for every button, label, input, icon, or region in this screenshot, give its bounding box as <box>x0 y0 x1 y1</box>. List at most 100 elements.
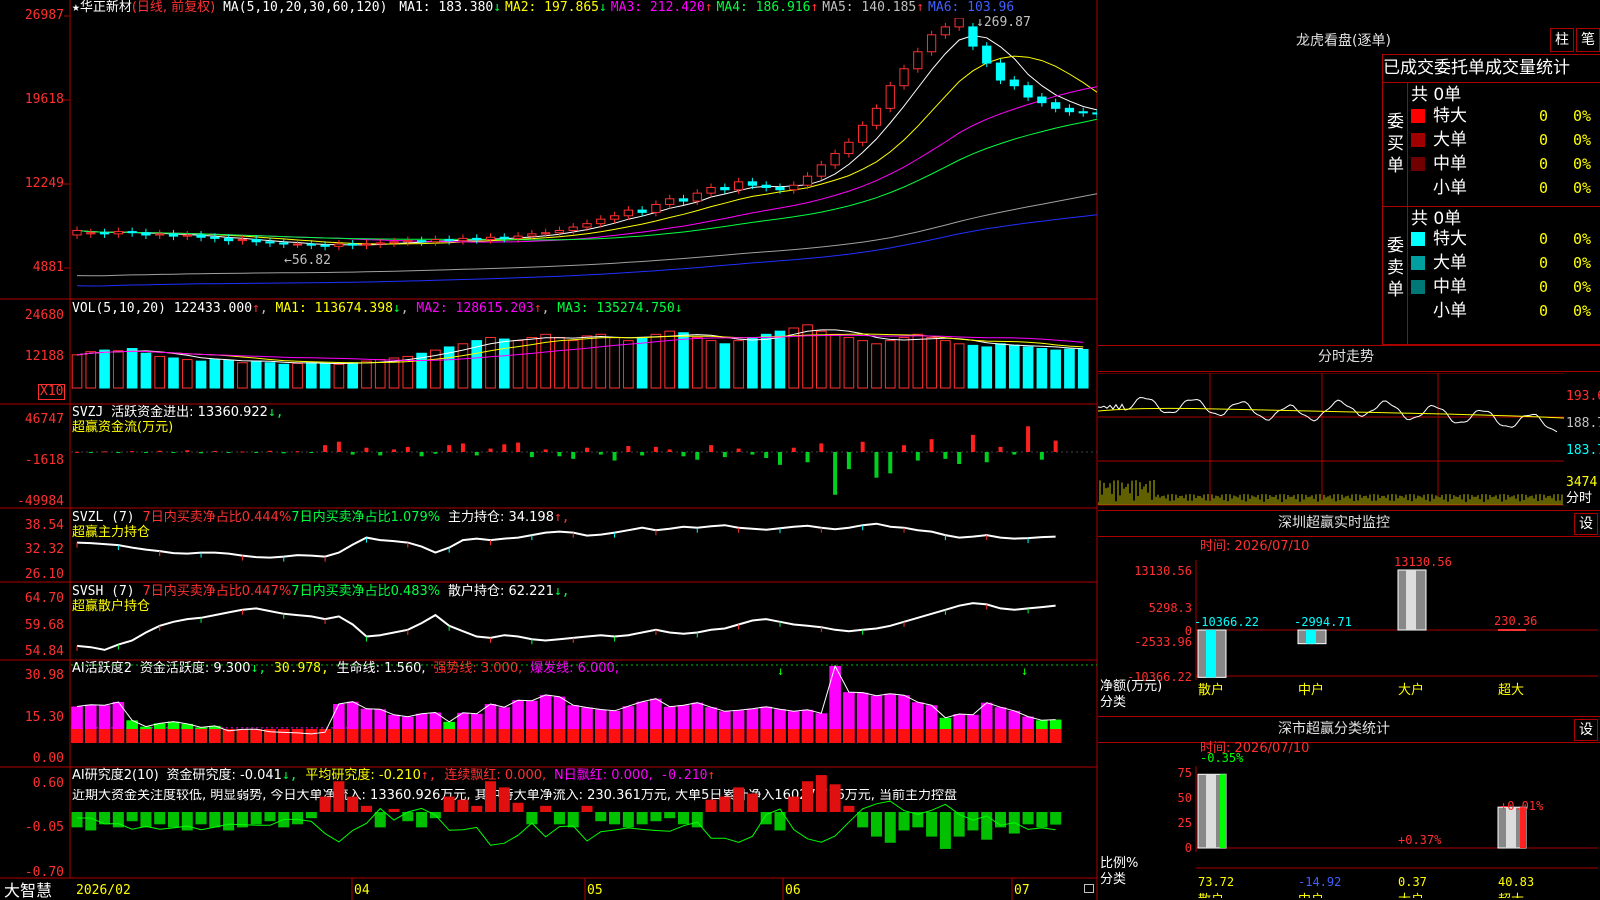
candle <box>403 240 413 243</box>
class-bar-highlight <box>1506 807 1516 848</box>
volume-chart[interactable] <box>71 310 1097 400</box>
candle <box>458 237 468 242</box>
flow-bar <box>722 452 727 458</box>
class-category-label: 超大 <box>1498 893 1524 898</box>
order-row-name: 大单 <box>1433 130 1467 150</box>
research-bar <box>498 787 510 812</box>
research-bar <box>622 812 634 828</box>
activity-base <box>181 729 194 743</box>
tick-mode-button[interactable]: 笔 <box>1576 28 1600 52</box>
svsh-chart[interactable] <box>71 583 1097 661</box>
order-row-value: 0 <box>1539 230 1549 248</box>
flow-bar <box>846 452 851 470</box>
lock-icon[interactable] <box>1084 884 1094 893</box>
main-chart-area[interactable]: ★华正新材(日线, 前复权) MA(5,10,20,30,60,120) MA1… <box>0 0 1098 900</box>
research-bar <box>512 802 524 812</box>
volume-bar <box>195 360 207 389</box>
flow-bar <box>860 441 865 452</box>
intraday-panel[interactable]: 分时走势 193.6 188.7 183.7 3474 分时 <box>1098 345 1600 510</box>
research-bar <box>223 812 235 831</box>
research-bar <box>788 796 800 812</box>
sz-monitor-chart[interactable]: 13130.565298.30-2533.96-10366.22-10366.2… <box>1098 540 1600 716</box>
volume-bar <box>1036 348 1048 389</box>
activity-base <box>126 729 138 743</box>
color-swatch <box>1411 232 1425 246</box>
flow-bar <box>199 452 204 454</box>
candle <box>637 209 647 213</box>
ai2-chart[interactable] <box>71 768 1097 878</box>
volume-bar <box>871 343 882 389</box>
brand-label: 大智慧 <box>4 881 53 900</box>
sz-class-ylabel: 比例% <box>1100 856 1139 871</box>
flow-bar <box>240 451 245 453</box>
activity-base <box>167 729 180 743</box>
sz-class-chart[interactable]: 75 50 25 0 73.72 散户 -14.92 中户 0.37 大户 40.83 超大 -0.35… <box>1098 748 1600 898</box>
intraday-axis-4: 3474 <box>1566 475 1598 490</box>
order-row: 大单 0 0% <box>1411 129 1600 151</box>
candle <box>113 231 123 235</box>
intraday-title: 分时走势 <box>1318 349 1374 365</box>
stock-name[interactable]: 华正新材 <box>80 0 132 15</box>
activity-base <box>939 729 952 743</box>
research-bar <box>870 812 882 837</box>
ma-line <box>76 55 1097 245</box>
order-row-value: 0 <box>1539 131 1549 149</box>
candle <box>582 223 592 228</box>
svzj-chart[interactable] <box>71 408 1097 508</box>
price-chart[interactable] <box>71 18 1097 298</box>
volume-bar <box>747 336 758 389</box>
research-bar <box>898 812 910 831</box>
ai1-axis-2: 15.30 <box>24 710 64 725</box>
flow-bar <box>433 452 438 454</box>
volume-bar <box>719 343 731 389</box>
candle <box>99 232 110 235</box>
activity-base <box>953 729 965 743</box>
order-row: 小单 0 0% <box>1411 300 1600 322</box>
research-bar <box>457 799 469 812</box>
research-bar <box>319 796 331 812</box>
order-row-value: 0 <box>1539 107 1549 125</box>
candle <box>279 242 289 245</box>
research-bar <box>443 796 455 812</box>
research-bar <box>760 812 772 825</box>
order-row: 中单 0 0% <box>1411 153 1600 175</box>
volume-bar <box>595 333 607 389</box>
flow-bar <box>378 452 383 456</box>
research-bar <box>167 812 179 828</box>
divider <box>1098 345 1600 346</box>
activity-base <box>1036 729 1048 743</box>
flow-bar <box>392 449 397 452</box>
candle <box>485 236 496 241</box>
candle <box>568 226 578 231</box>
activity-base <box>746 729 759 743</box>
low-value: 56.82 <box>291 253 331 268</box>
intraday-chart[interactable] <box>1098 373 1564 508</box>
sz-class-settings-button[interactable]: 设 <box>1574 719 1598 741</box>
flow-bar <box>102 451 107 453</box>
flow-bar <box>681 452 686 457</box>
sz-monitor-settings-button[interactable]: 设 <box>1574 513 1598 535</box>
candle <box>1078 111 1088 114</box>
candle <box>775 186 785 191</box>
order-row-name: 大单 <box>1433 253 1467 273</box>
activity-base <box>291 729 304 743</box>
volume-bar <box>843 336 855 389</box>
chart-mode[interactable]: (日线, 前复权) <box>132 0 215 15</box>
flow-bar <box>309 452 314 453</box>
flow-bar <box>336 441 341 452</box>
activity-base <box>622 729 635 743</box>
ai1-chart[interactable]: ↓ ↓ <box>71 661 1097 767</box>
activity-base <box>581 729 593 743</box>
class-axis-label: 75 <box>1178 766 1192 780</box>
ma-legend-item: MA5: 140.185 <box>822 0 917 15</box>
bar-mode-button[interactable]: 柱 <box>1550 28 1574 52</box>
candle <box>444 239 454 242</box>
candle <box>623 209 633 217</box>
svzl-chart[interactable] <box>71 509 1097 583</box>
low-annotation: ←56.82 <box>284 253 331 268</box>
candle <box>926 34 937 53</box>
research-bar <box>553 812 565 825</box>
candle <box>513 235 523 239</box>
research-bar <box>526 812 538 825</box>
buy-char-3: 单 <box>1387 156 1404 176</box>
